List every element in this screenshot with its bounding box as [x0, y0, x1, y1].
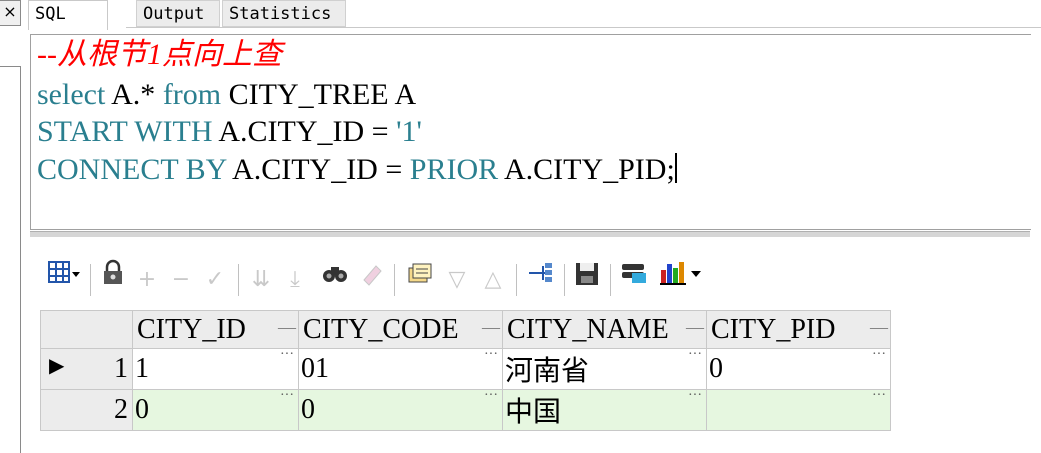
save-icon[interactable]: [570, 258, 604, 302]
chart-icon[interactable]: [656, 258, 706, 302]
column-header[interactable]: CITY_ID —: [132, 310, 299, 349]
table-ref: CITY_TREE A: [221, 78, 417, 111]
sql-line-3: CONNECT BY A.CITY_ID = PRIOR A.CITY_PID;: [37, 152, 677, 188]
tab-output[interactable]: Output: [136, 0, 220, 27]
cell-editor-button[interactable]: ···: [872, 388, 886, 404]
clear-icon[interactable]: [356, 258, 386, 302]
grid-toolbar: + − ✓ ⇊ ⤓ ▽ △: [40, 258, 910, 302]
tab-divider: [126, 27, 1041, 28]
toolbar-separator: [516, 264, 517, 296]
column-header[interactable]: CITY_PID —: [706, 310, 891, 349]
keyword-connect-by: CONNECT BY: [37, 153, 227, 186]
grid-cell[interactable]: 中国 ···: [502, 388, 707, 431]
current-row-icon: ▶: [49, 355, 65, 377]
keyword-from: from: [162, 78, 222, 111]
tab-sql[interactable]: SQL: [28, 0, 108, 30]
tab-statistics[interactable]: Statistics: [222, 0, 346, 27]
keyword-select: select: [37, 78, 106, 111]
keyword-prior: PRIOR: [409, 153, 499, 186]
keyword-start-with: START WITH: [37, 115, 213, 148]
sql-comment-line: --从根节1点向上查: [37, 38, 282, 71]
cell-editor-button[interactable]: ···: [688, 388, 702, 404]
grid-cell[interactable]: 0 ···: [706, 347, 891, 390]
column-filter-icon[interactable]: —: [686, 317, 704, 338]
sort-desc-icon[interactable]: ▽: [442, 258, 472, 302]
cell-editor-button[interactable]: ···: [280, 347, 294, 363]
column-filter-icon[interactable]: —: [482, 317, 500, 338]
toolbar-separator: [394, 264, 395, 296]
cell-editor-button[interactable]: ···: [484, 347, 498, 363]
column-filter-icon[interactable]: —: [870, 317, 888, 338]
toolbar-separator: [238, 264, 239, 296]
last-page-icon[interactable]: ⤓: [280, 258, 310, 302]
add-record-icon[interactable]: +: [134, 258, 160, 302]
string-literal: '1': [396, 115, 422, 148]
grid-header-row: CITY_ID — CITY_CODE — CITY_NAME — CITY_PID —: [40, 310, 891, 349]
cell-editor-button[interactable]: ···: [484, 388, 498, 404]
delete-record-icon[interactable]: −: [168, 258, 194, 302]
sort-asc-icon[interactable]: △: [478, 258, 508, 302]
grid-cell[interactable]: 01 ···: [298, 347, 503, 390]
result-grid: CITY_ID — CITY_CODE — CITY_NAME — CITY_PID —…: [40, 310, 891, 431]
start-condition: A.CITY_ID =: [212, 115, 397, 148]
sql-line-2: START WITH A.CITY_ID = '1': [37, 114, 422, 150]
grid-cell[interactable]: 1 ···: [132, 347, 299, 390]
prior-column: A.CITY_PID;: [498, 153, 675, 186]
text-caret: [674, 153, 677, 183]
grid-cell[interactable]: 河南省 ···: [502, 347, 707, 390]
close-icon[interactable]: ×: [0, 0, 21, 26]
left-side-panel: [0, 66, 21, 453]
connect-condition: A.CITY_ID =: [226, 153, 410, 186]
link-icon[interactable]: [524, 258, 558, 302]
grid-corner[interactable]: [40, 310, 133, 349]
tab-bar: SQL Output Statistics: [22, 0, 1041, 30]
column-header[interactable]: CITY_CODE —: [298, 310, 503, 349]
lock-icon[interactable]: [98, 258, 128, 302]
query-by-example-icon[interactable]: [402, 258, 436, 302]
cell-editor-button[interactable]: ···: [688, 347, 702, 363]
cell-editor-button[interactable]: ···: [280, 388, 294, 404]
grid-cell[interactable]: ···: [706, 388, 891, 431]
grid-cell[interactable]: 0 ···: [132, 388, 299, 431]
toolbar-separator: [610, 264, 611, 296]
toolbar-separator: [90, 264, 91, 296]
table-row[interactable]: 2 0 ··· 0 ··· 中国 ··· ···: [40, 388, 891, 431]
grid-cell[interactable]: 0 ···: [298, 388, 503, 431]
cell-editor-button[interactable]: ···: [872, 347, 886, 363]
next-page-icon[interactable]: ⇊: [246, 258, 276, 302]
column-header[interactable]: CITY_NAME —: [502, 310, 707, 349]
row-header[interactable]: ▶ 1: [40, 348, 133, 390]
column-filter-icon[interactable]: —: [278, 317, 296, 338]
sql-editor[interactable]: --从根节1点向上查 select A.* from CITY_TREE A S…: [30, 34, 1031, 230]
row-header[interactable]: 2: [40, 389, 133, 431]
grid-options-icon[interactable]: [46, 258, 82, 302]
editor-results-splitter[interactable]: [30, 231, 1030, 237]
table-row[interactable]: ▶ 1 1 ··· 01 ··· 河南省 ··· 0 ···: [40, 347, 891, 390]
post-changes-icon[interactable]: ✓: [200, 258, 230, 302]
toolbar-separator: [564, 264, 565, 296]
select-list: A.*: [105, 78, 163, 111]
export-icon[interactable]: [616, 258, 652, 302]
find-icon[interactable]: [318, 258, 352, 302]
sql-line-1: select A.* from CITY_TREE A: [37, 77, 416, 113]
